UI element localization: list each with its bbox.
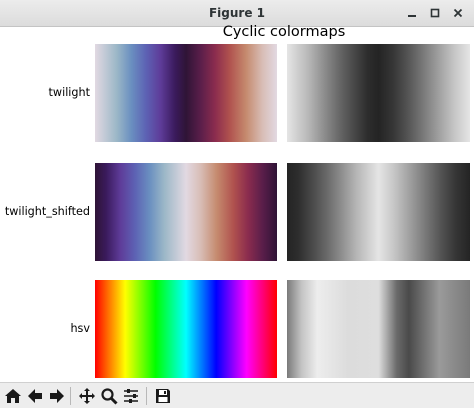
title-bar[interactable]: Figure 1 <box>0 0 474 27</box>
figure-window: Figure 1 Cyclic colormaps twilight twili… <box>0 0 474 408</box>
close-icon[interactable] <box>449 4 467 22</box>
forward-icon[interactable] <box>46 385 67 406</box>
figure-title: Cyclic colormaps <box>222 24 346 40</box>
colormap-hsv-grayscale <box>287 280 470 378</box>
colormap-twilight-color <box>95 44 277 142</box>
back-icon[interactable] <box>24 385 45 406</box>
zoom-icon[interactable] <box>98 385 119 406</box>
colormap-twilight-grayscale <box>287 44 470 142</box>
pan-icon[interactable] <box>76 385 97 406</box>
row-label-hsv: hsv <box>70 322 90 335</box>
colormap-hsv-color <box>95 280 277 378</box>
minimize-icon[interactable] <box>403 4 421 22</box>
save-icon[interactable] <box>152 385 173 406</box>
row-label-twilight: twilight <box>48 86 90 99</box>
maximize-icon[interactable] <box>426 4 444 22</box>
colormap-twilight-shifted-grayscale <box>287 163 470 261</box>
home-icon[interactable] <box>2 385 23 406</box>
navigation-toolbar <box>0 382 474 408</box>
configure-subplots-icon[interactable] <box>120 385 141 406</box>
toolbar-separator <box>70 387 71 405</box>
colormap-twilight-shifted-color <box>95 163 277 261</box>
figure-canvas[interactable]: Cyclic colormaps twilight twilight_shift… <box>0 24 474 382</box>
toolbar-separator <box>146 387 147 405</box>
row-label-twilight-shifted: twilight_shifted <box>4 205 90 218</box>
